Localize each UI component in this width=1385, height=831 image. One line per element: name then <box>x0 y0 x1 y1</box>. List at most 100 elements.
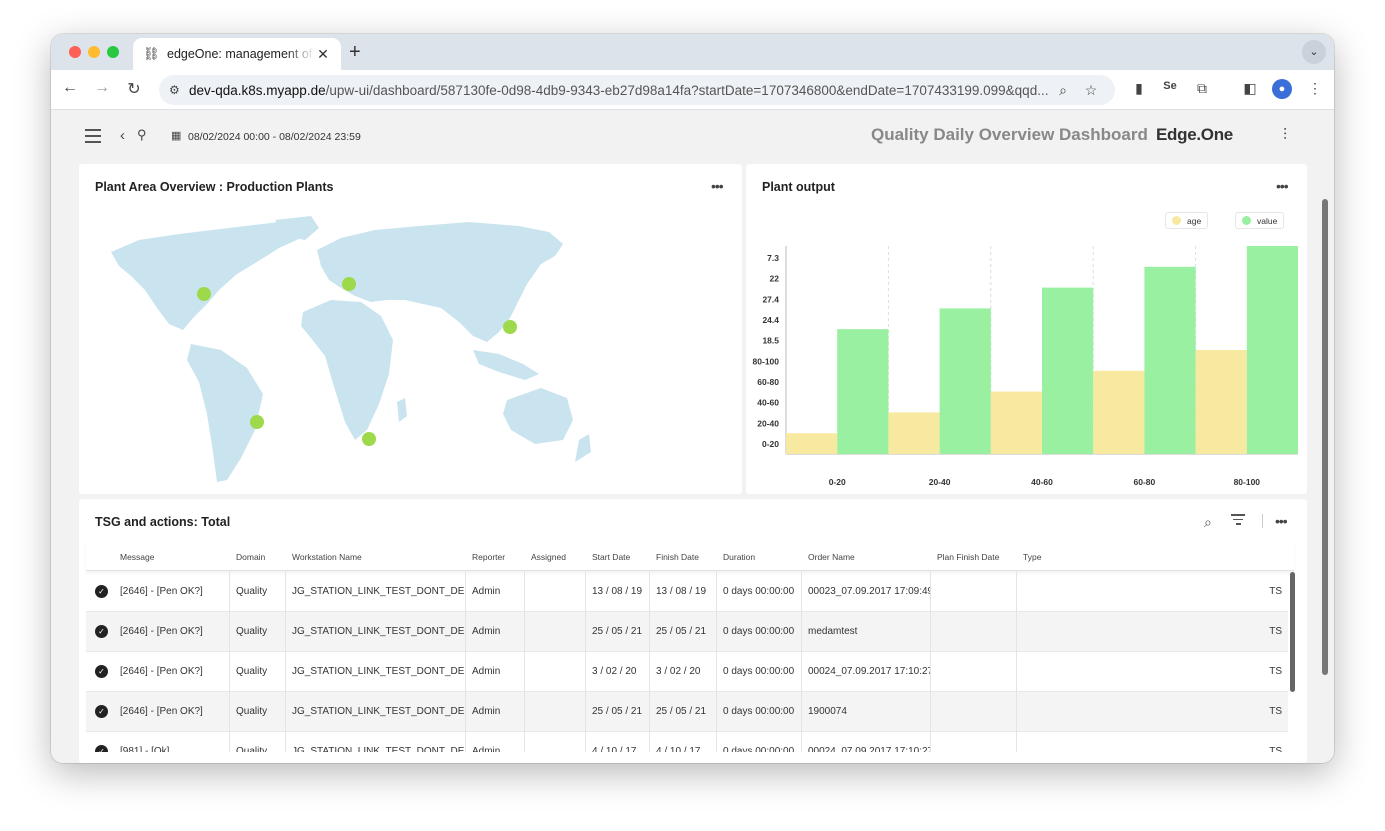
column-header-duration[interactable]: Duration <box>723 552 755 562</box>
browser-tab[interactable]: ⛓ edgeOne: management of ma ✕ <box>133 38 341 70</box>
column-header-message[interactable]: Message <box>120 552 155 562</box>
bar-value-60-80 <box>1144 266 1196 454</box>
new-zealand-shape <box>575 434 591 462</box>
dashboard-title: Quality Daily Overview Dashboard <box>871 125 1148 144</box>
australia-shape <box>503 388 573 444</box>
chart-panel: Plant output ••• age value 0-20 20-40 40-6… <box>746 164 1307 494</box>
plant-marker[interactable] <box>503 320 517 334</box>
cell-finish: 4 / 10 / 17 <box>650 732 717 752</box>
selenium-icon[interactable]: Se <box>1159 80 1181 92</box>
cell-order: medamtest <box>802 612 931 652</box>
check-circle-icon: ✓ <box>95 705 108 718</box>
star-icon[interactable]: ☆ <box>1077 82 1105 99</box>
brand-logo: Edge.One <box>1156 125 1233 144</box>
cell-reporter: Admin <box>466 572 525 612</box>
forward-arrow-icon[interactable]: → <box>91 79 113 97</box>
cell-plan-finish <box>931 612 1017 652</box>
plant-marker[interactable] <box>197 287 211 301</box>
cell-duration: 0 days 00:00:00 <box>717 612 802 652</box>
new-tab-button[interactable]: + <box>349 41 361 64</box>
extensions-icon[interactable]: ⧉ <box>1191 80 1213 97</box>
table-row[interactable]: ✓ [2646] - [Pen OK?] Quality JG_STATION_LIN… <box>86 692 1288 732</box>
maximize-window-button[interactable] <box>107 46 119 58</box>
column-header-type[interactable]: Type <box>1023 552 1041 562</box>
minimize-window-button[interactable] <box>88 46 100 58</box>
location-pin-icon[interactable]: ⚲ <box>137 127 147 143</box>
column-header-plan-finish[interactable]: Plan Finish Date <box>937 552 999 562</box>
table-scrollbar[interactable] <box>1290 572 1295 692</box>
check-circle-icon: ✓ <box>95 745 108 752</box>
cell-plan-finish <box>931 652 1017 692</box>
profile-icon[interactable]: ● <box>1272 79 1292 99</box>
cell-start: 25 / 05 / 21 <box>586 692 650 732</box>
y-tick-label: 24.4 <box>762 315 779 325</box>
column-header-start[interactable]: Start Date <box>592 552 630 562</box>
cell-start: 25 / 05 / 21 <box>586 612 650 652</box>
url-text[interactable]: dev-qda.k8s.myapp.de/upw-ui/dashboard/58… <box>189 83 1049 98</box>
column-header-order[interactable]: Order Name <box>808 552 855 562</box>
tab-search-button[interactable]: ⌄ <box>1302 40 1326 64</box>
tab-title: edgeOne: management of ma <box>167 47 315 61</box>
cell-domain: Quality <box>230 652 286 692</box>
date-range-picker[interactable]: 08/02/2024 00:00 - 08/02/2024 23:59 <box>188 131 361 143</box>
table-row[interactable]: ✓ [981] - [Ok] Quality JG_STATION_LINK_TEST… <box>86 732 1288 752</box>
search-icon[interactable]: ⌕ <box>1204 514 1212 531</box>
plant-marker[interactable] <box>362 432 376 446</box>
y-tick-label: 80-100 <box>753 356 780 366</box>
dashboard-page: ‹ ⚲ ▦ 08/02/2024 00:00 - 08/02/2024 23:5… <box>51 111 1334 763</box>
close-icon[interactable]: ✕ <box>315 46 331 63</box>
cell-message: [2646] - [Pen OK?] <box>114 692 230 732</box>
page-scrollbar[interactable] <box>1322 199 1328 675</box>
table-row[interactable]: ✓ [2646] - [Pen OK?] Quality JG_STATION_LIN… <box>86 612 1288 652</box>
plant-marker[interactable] <box>250 415 264 429</box>
bookmark-icon[interactable]: ▮ <box>1128 80 1150 97</box>
cell-type: TS <box>1269 626 1282 637</box>
cell-type: TS <box>1269 746 1282 752</box>
column-header-workstation[interactable]: Workstation Name <box>292 552 362 562</box>
column-header-reporter[interactable]: Reporter <box>472 552 505 562</box>
table-row[interactable]: ✓ [2646] - [Pen OK?] Quality JG_STATION_LIN… <box>86 652 1288 692</box>
column-header-finish[interactable]: Finish Date <box>656 552 699 562</box>
cell-workstation: JG_STATION_LINK_TEST_DONT_DEL_4 <box>286 612 466 652</box>
column-header-assigned[interactable]: Assigned <box>531 552 566 562</box>
kebab-icon[interactable]: ⋮ <box>1304 80 1326 97</box>
cell-assigned <box>525 572 586 612</box>
cell-message: [2646] - [Pen OK?] <box>114 652 230 692</box>
madagascar-shape <box>397 398 407 422</box>
plant-marker[interactable] <box>342 277 356 291</box>
column-header-domain[interactable]: Domain <box>236 552 265 562</box>
zoom-icon[interactable]: ⌕ <box>1049 82 1077 99</box>
site-info-icon[interactable]: ⚙ <box>169 83 189 97</box>
check-circle-icon: ✓ <box>95 625 108 638</box>
y-tick-label: 0-20 <box>762 439 779 449</box>
hamburger-icon[interactable] <box>85 129 101 143</box>
cell-workstation: JG_STATION_LINK_TEST_DONT_DEL_4 <box>286 572 466 612</box>
cell-assigned <box>525 652 586 692</box>
chevron-left-icon[interactable]: ‹ <box>120 127 125 144</box>
table-row[interactable]: ✓ [2646] - [Pen OK?] Quality JG_STATION_LIN… <box>86 572 1288 612</box>
sidepanel-icon[interactable]: ◧ <box>1239 80 1261 97</box>
cell-duration: 0 days 00:00:00 <box>717 692 802 732</box>
settings-sliders-icon[interactable]: ⫶ <box>1283 127 1287 145</box>
filter-icon[interactable] <box>1231 514 1245 528</box>
close-window-button[interactable] <box>69 46 81 58</box>
y-tick-label: 20-40 <box>757 418 779 428</box>
tab-strip: ⛓ edgeOne: management of ma ✕ + ⌄ <box>51 34 1334 70</box>
cell-reporter: Admin <box>466 612 525 652</box>
cell-start: 13 / 08 / 19 <box>586 572 650 612</box>
table-panel: TSG and actions: Total ⌕ ••• Message Doma… <box>79 499 1307 763</box>
cell-duration: 0 days 00:00:00 <box>717 732 802 752</box>
map-panel-menu[interactable]: ••• <box>711 178 724 194</box>
africa-shape <box>301 300 393 440</box>
cell-domain: Quality <box>230 572 286 612</box>
table-panel-menu[interactable]: ••• <box>1275 513 1288 529</box>
cell-order: 00023_07.09.2017 17:09:49 <box>802 572 931 612</box>
calendar-icon[interactable]: ▦ <box>171 129 181 142</box>
address-bar[interactable]: ⚙ dev-qda.k8s.myapp.de/upw-ui/dashboard/… <box>159 75 1115 105</box>
bar-chart: 0-20 20-40 40-60 60-80 80-100 0-20 20-40 40-60 6… <box>753 246 1298 487</box>
cell-reporter: Admin <box>466 692 525 732</box>
bar-value-0-20 <box>837 329 889 454</box>
reload-icon[interactable]: ↻ <box>123 79 145 99</box>
cell-message: [981] - [Ok] <box>114 732 230 752</box>
back-arrow-icon[interactable]: ← <box>59 79 81 97</box>
